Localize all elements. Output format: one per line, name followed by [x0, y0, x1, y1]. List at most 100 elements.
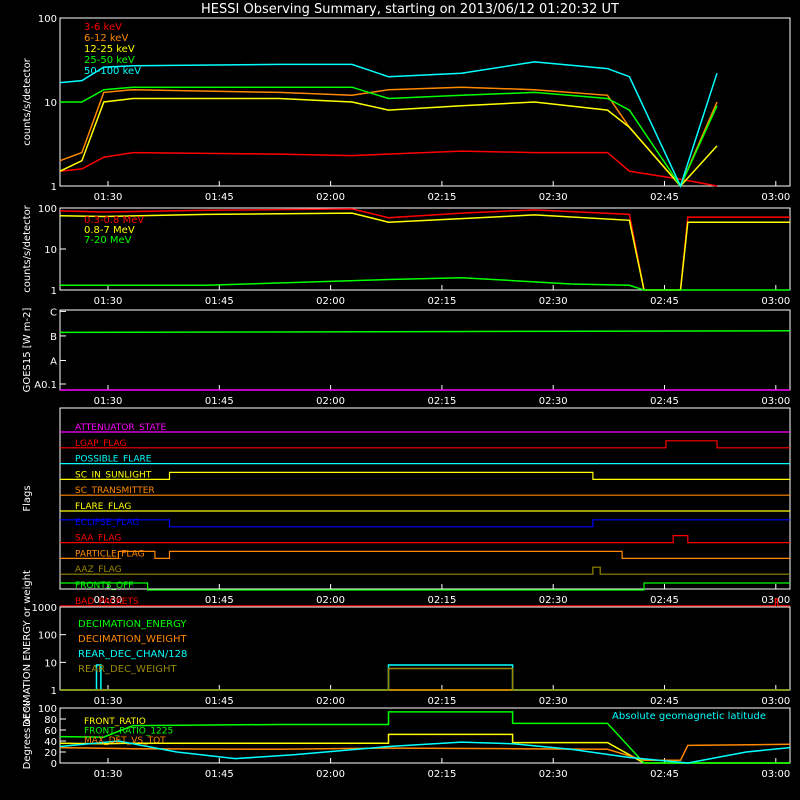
x-tick-label: 02:30: [539, 192, 568, 203]
series-line: [59, 150, 718, 187]
y-tick-label: 100: [38, 14, 57, 25]
y-axis-label: counts/s/detector: [22, 204, 33, 292]
panel-ratios: 01:30 01:45 02:00 02:15 02:30 02:45 03:00 Degre…: [22, 702, 791, 780]
x-tick-label: 01:45: [205, 595, 234, 606]
flag-label: LGAP_FLAG: [75, 439, 126, 449]
x-tick-label: 02:30: [539, 396, 568, 407]
x-tick-label: 02:00: [316, 396, 345, 407]
y-tick-label: 60: [44, 726, 57, 737]
x-tick-label: 01:30: [94, 396, 123, 407]
x-tick-label: 02:00: [316, 595, 345, 606]
flag-label: ATTENUATOR_STATE: [75, 423, 167, 433]
x-tick-label: 01:45: [205, 696, 234, 707]
x-tick-label: 01:45: [205, 296, 234, 307]
x-tick-label: 03:00: [761, 192, 790, 203]
x-tick-label: 01:45: [205, 396, 234, 407]
y-tick-label: 40: [44, 737, 57, 748]
flag-label: AAZ_FLAG: [75, 565, 122, 575]
flag-line: [60, 471, 790, 480]
x-tick-label: 01:30: [94, 192, 123, 203]
x-tick-label: 02:15: [427, 696, 456, 707]
legend-entry: 50-100 keV: [84, 66, 141, 77]
x-tick-label: 02:00: [316, 192, 345, 203]
legend-entry: REAR_DEC_WEIGHT: [78, 664, 177, 675]
flag-line: [60, 534, 790, 544]
series-line: [59, 743, 791, 762]
y-tick-label: 10: [44, 98, 57, 109]
flag-label: SC_TRANSMITTER: [75, 486, 155, 496]
x-tick-label: 02:45: [650, 769, 679, 780]
hessi-summary-chart: HESSI Observing Summary, starting on 201…: [22, 2, 791, 780]
x-tick-label: 02:15: [427, 296, 456, 307]
x-tick-label: 02:00: [316, 696, 345, 707]
y-tick-label: 10: [44, 658, 57, 669]
flag-line: [60, 550, 790, 560]
x-tick-label: 03:00: [761, 396, 790, 407]
y-axis-label: Degrees or %: [22, 702, 33, 770]
panel-frame: [59, 17, 791, 187]
legend-entry: 6-12 keV: [84, 33, 128, 44]
x-tick-label: 02:45: [650, 192, 679, 203]
flag-label: SAA_FLAG: [75, 534, 121, 544]
x-tick-label: 01:45: [205, 769, 234, 780]
x-tick-label: 03:00: [761, 696, 790, 707]
x-tick-label: 02:45: [650, 595, 679, 606]
x-tick-label: 03:00: [761, 296, 790, 307]
y-tick-label: 20: [44, 748, 57, 759]
panel-decimation: 01:30 01:45 02:00 02:15 02:30 02:45 03:00 DECIM…: [22, 570, 791, 727]
legend-entry: DECIMATION_ENERGY: [78, 619, 187, 630]
chart-title: HESSI Observing Summary, starting on 201…: [201, 2, 619, 17]
legend-entry: FRONT_RATIO_1225: [84, 727, 173, 737]
flag-line: [60, 566, 790, 575]
x-tick-label: 02:15: [427, 769, 456, 780]
flag-line: [60, 598, 790, 607]
y-tick-label: 1000: [32, 603, 57, 614]
flag-line: [60, 440, 790, 449]
x-tick-label: 02:30: [539, 595, 568, 606]
x-tick-label: 01:45: [205, 192, 234, 203]
y-tick-label: 0: [51, 759, 57, 770]
y-tick-label: 1: [51, 286, 57, 297]
y-tick-label: 80: [44, 715, 57, 726]
flag-label: BAD_PACKETS: [75, 597, 139, 607]
legend-entry: FRONT_RATIO: [84, 717, 146, 727]
panel-goes: 01:30 01:45 02:00 02:15 02:30 02:45 03:00 GOES1…: [22, 307, 791, 407]
y-axis-label: Flags: [22, 485, 33, 511]
series-line: [60, 86, 718, 188]
y-axis-label: GOES15 [W m-2]: [22, 308, 33, 393]
flag-line: [60, 519, 790, 528]
flag-label: PARTICLE_FLAG: [75, 549, 145, 559]
series-line: [59, 330, 791, 334]
legend-entry: REAR_DEC_CHAN/128: [78, 649, 187, 660]
series-line: [59, 86, 718, 188]
y-tick-label: 100: [38, 204, 57, 215]
y-tick-label: B: [50, 332, 57, 343]
y-tick-label: 1: [51, 686, 57, 697]
panel-frame: [59, 309, 791, 391]
x-tick-label: 02:15: [427, 396, 456, 407]
legend-entry: 12-25 keV: [84, 44, 135, 55]
legend-entry: 25-50 keV: [84, 55, 135, 66]
legend-entry: 3-6 keV: [84, 22, 122, 33]
x-tick-label: 02:15: [427, 192, 456, 203]
panel-count-rates-high: 01:30 01:45 02:00 02:15 02:30 02:45 03:00 count…: [22, 204, 791, 307]
y-tick-label: A0.1: [34, 380, 57, 391]
y-tick-label: C: [50, 307, 57, 318]
series-line: [59, 61, 718, 189]
panel-flags: 01:30 01:45 02:00 02:15 02:30 02:45 03:00Flags…: [22, 407, 791, 607]
panel-count-rates-low: 01:30 01:45 02:00 02:15 02:30 02:45 03:00 count…: [22, 14, 791, 203]
y-tick-label: 1: [51, 182, 57, 193]
x-tick-label: 01:30: [94, 296, 123, 307]
x-tick-label: 01:30: [94, 696, 123, 707]
legend-entry: 7-20 MeV: [84, 235, 132, 246]
x-tick-label: 02:30: [539, 769, 568, 780]
flag-label: POSSIBLE_FLARE: [75, 455, 152, 465]
x-tick-label: 02:15: [427, 595, 456, 606]
y-tick-label: 10: [44, 245, 57, 256]
x-tick-label: 02:00: [316, 296, 345, 307]
flag-label: FLARE_FLAG: [75, 502, 131, 512]
x-tick-label: 01:30: [94, 769, 123, 780]
legend-entry: MAX_DET_VS_TOT: [84, 736, 166, 746]
legend-entry: DECIMATION_WEIGHT: [78, 634, 187, 645]
flag-label: SC_IN_SUNLIGHT: [75, 470, 152, 480]
